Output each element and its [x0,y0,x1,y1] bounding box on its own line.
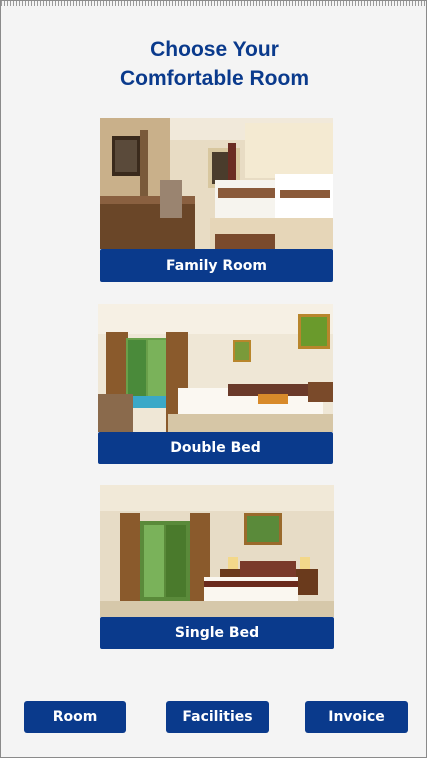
family-room-button[interactable]: Family Room [100,249,333,282]
room-card-family[interactable]: Family Room [100,118,333,282]
room-card-single[interactable]: Single Bed [100,485,334,649]
title-line-2: Comfortable Room [120,67,309,90]
title-line-1: Choose Your [150,38,279,61]
room-card-double[interactable]: Double Bed [98,304,333,464]
facilities-nav-button[interactable]: Facilities [166,701,269,733]
family-room-photo [100,118,333,249]
single-bed-photo [100,485,334,617]
room-nav-button[interactable]: Room [24,701,126,733]
single-bed-button[interactable]: Single Bed [100,617,334,649]
double-bed-photo [98,304,333,432]
double-bed-button[interactable]: Double Bed [98,432,333,464]
invoice-nav-button[interactable]: Invoice [305,701,408,733]
app-window: Choose Your Comfortable Room Family Room… [0,0,427,758]
page-title: Choose Your Comfortable Room [1,35,427,93]
